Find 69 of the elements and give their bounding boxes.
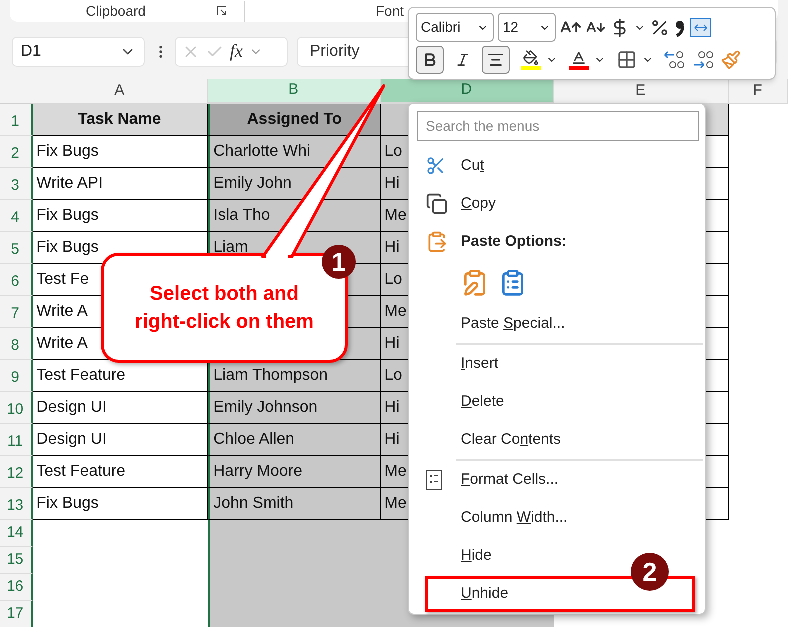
table-cell: Test Feature [32, 360, 208, 392]
row-number[interactable]: 15 [0, 547, 33, 574]
row-number[interactable]: 2 [0, 136, 33, 168]
table-cell: Design UI [32, 424, 208, 456]
table-header-cell: Assigned To [208, 104, 381, 136]
insert-function-button[interactable]: fx [230, 38, 243, 65]
row-number[interactable]: 11 [0, 424, 33, 456]
table-cell: Fix Bugs [32, 488, 208, 520]
row-number[interactable]: 3 [0, 168, 33, 200]
menu-item[interactable]: Hide [461, 544, 492, 568]
italic-icon [455, 52, 471, 68]
row-number[interactable]: 8 [0, 328, 33, 360]
table-header-cell: Task Name [32, 104, 208, 136]
row-number[interactable]: 9 [0, 360, 33, 392]
font-color-icon[interactable] [569, 50, 589, 70]
borders-icon[interactable] [617, 50, 637, 70]
copy-icon [426, 193, 448, 215]
row-number[interactable]: 14 [0, 520, 33, 547]
table-cell-text: Write A [36, 334, 88, 354]
table-cell-text: Write A [36, 302, 88, 322]
dialog-launcher-icon[interactable] [216, 6, 227, 16]
font-dropdown[interactable]: Calibri [416, 13, 494, 42]
callout-text: Select both and right-click on them [134, 282, 315, 335]
increase-decimal-icon[interactable] [663, 48, 687, 70]
row-number[interactable]: 1 [0, 104, 33, 136]
table-cell: Emily Johnson [208, 392, 381, 424]
bold-icon [422, 52, 438, 68]
row-number[interactable]: 16 [0, 574, 33, 601]
format-painter-icon[interactable] [721, 50, 741, 70]
font-size-dropdown[interactable]: 12 [498, 13, 556, 42]
row-number[interactable]: 5 [0, 232, 33, 264]
percent-icon[interactable] [650, 18, 670, 38]
table-cell-text: Test Fe [36, 270, 90, 290]
wrap-icon[interactable] [690, 18, 712, 38]
column-header[interactable]: A [32, 79, 208, 104]
column-header[interactable]: F [728, 79, 788, 104]
table-cell: Write API [32, 168, 208, 200]
row-number[interactable]: 6 [0, 264, 33, 296]
table-cell: Liam Thompson [208, 360, 381, 392]
table-cell: Design UI [32, 392, 208, 424]
table-cell: Chloe Allen [208, 424, 381, 456]
group-label: Font [376, 2, 404, 20]
table-cell: Fix Bugs [32, 200, 208, 232]
clipboard-icon [426, 231, 448, 253]
row-number[interactable]: 10 [0, 392, 33, 424]
group-label: Clipboard [86, 2, 146, 21]
table-cell: Harry Moore [208, 456, 381, 488]
step-badge: 2 [631, 553, 669, 591]
row-number[interactable]: 13 [0, 488, 33, 520]
column-header[interactable]: B [208, 79, 381, 104]
menu-item[interactable]: Delete [461, 390, 504, 414]
format-cells-icon [426, 470, 442, 490]
row-number[interactable]: 7 [0, 296, 33, 328]
fill-color-icon[interactable] [521, 50, 541, 70]
row-number[interactable]: 4 [0, 200, 33, 232]
table-cell: John Smith [208, 488, 381, 520]
row-number[interactable]: 17 [0, 601, 33, 627]
name-box[interactable]: D1 [12, 36, 145, 66]
decrease-decimal-icon[interactable] [692, 48, 716, 70]
align-center-button[interactable] [482, 46, 510, 74]
table-cell: Fix Bugs [32, 136, 208, 168]
bold-button[interactable] [416, 46, 444, 74]
scissors-icon [426, 156, 446, 176]
search-field[interactable]: Search the menus [417, 111, 699, 141]
row-number[interactable]: 12 [0, 456, 33, 488]
column-header[interactable]: D [380, 79, 554, 104]
table-cell: Charlotte Whi [208, 136, 381, 168]
table-cell: Test Feature [32, 456, 208, 488]
column-header[interactable]: E [554, 79, 729, 104]
